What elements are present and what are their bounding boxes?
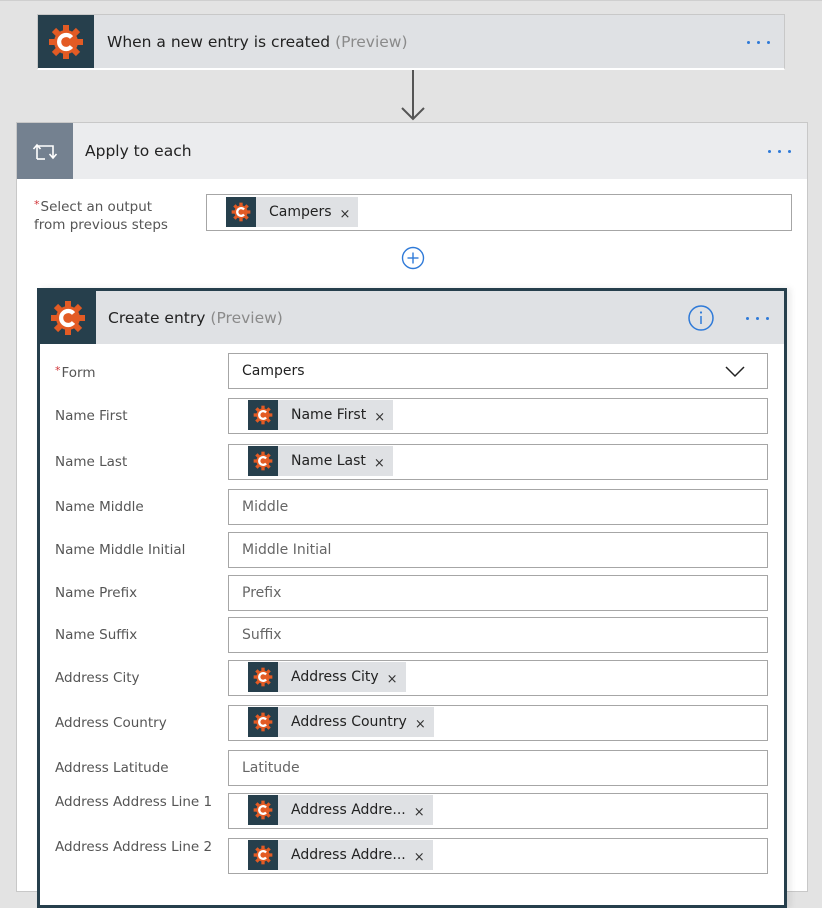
more-dot [778, 150, 781, 153]
field-text-input[interactable]: Middle Initial [228, 532, 768, 568]
form-select-value: Campers [242, 363, 305, 379]
apply-to-each-card: Apply to each *Select an output from pre… [16, 122, 808, 908]
remove-token-icon[interactable]: × [387, 673, 398, 686]
apply-to-each-header[interactable]: Apply to each [17, 123, 807, 179]
field-placeholder: Suffix [242, 627, 282, 643]
more-dot [788, 150, 791, 153]
more-dot [767, 41, 770, 44]
cognito-forms-logo-icon [226, 197, 256, 227]
remove-token-icon[interactable]: × [415, 718, 426, 731]
more-options-icon [746, 317, 749, 320]
plus-circle-icon[interactable] [401, 246, 425, 270]
remove-token-icon[interactable]: × [414, 806, 425, 819]
field-placeholder: Prefix [242, 585, 282, 601]
field-label: Name First [55, 408, 128, 424]
required-marker: * [34, 198, 40, 211]
field-text-input[interactable]: Middle [228, 489, 768, 525]
form-label: *Form [55, 362, 215, 382]
create-more-options-button[interactable] [746, 317, 769, 320]
trigger-title-text: When a new entry is created [107, 32, 331, 51]
field-token-input[interactable]: Name First × [228, 398, 768, 434]
info-icon[interactable] [687, 304, 715, 332]
more-dot [756, 317, 759, 320]
token-chip[interactable]: Address Addre... × [248, 840, 433, 870]
token-chip[interactable]: Address City × [248, 662, 406, 692]
field-token-input[interactable]: Address Addre... × [228, 793, 768, 829]
create-entry-title-text: Create entry [108, 308, 206, 327]
trigger-preview-tag: (Preview) [335, 32, 408, 51]
select-output-label-line1: Select an output [40, 199, 153, 215]
cognito-forms-logo-icon [248, 795, 278, 825]
token-label: Address Addre... [291, 847, 406, 863]
field-token-input[interactable]: Address City × [228, 660, 768, 696]
field-text-input[interactable]: Prefix [228, 575, 768, 611]
create-entry-preview-tag: (Preview) [210, 308, 283, 327]
more-options-icon [768, 150, 771, 153]
trigger-title[interactable]: When a new entry is created (Preview) [107, 15, 408, 68]
remove-token-icon[interactable]: × [414, 851, 425, 864]
field-token-input[interactable]: Address Addre... × [228, 838, 768, 874]
field-label: Name Middle [55, 499, 144, 515]
cognito-forms-logo-icon [248, 446, 278, 476]
create-entry-title: Create entry (Preview) [108, 291, 283, 344]
token-chip[interactable]: Name First × [248, 400, 394, 430]
remove-token-icon[interactable]: × [374, 411, 385, 424]
field-placeholder: Latitude [242, 760, 300, 776]
cognito-forms-logo-icon [248, 707, 278, 737]
field-label: Address Address Line 1 [55, 794, 213, 810]
field-label: Name Suffix [55, 627, 138, 643]
field-label: Address Latitude [55, 760, 169, 776]
apply-more-options-button[interactable] [768, 150, 791, 153]
token-label: Campers [269, 204, 332, 220]
top-divider [0, 0, 822, 1]
remove-token-icon[interactable]: × [374, 457, 385, 470]
select-output-label: *Select an output from previous steps [34, 196, 194, 234]
cognito-forms-logo-icon [40, 291, 96, 344]
create-entry-card: Create entry (Preview) *Form Campers Nam… [37, 288, 787, 908]
token-chip[interactable]: Name Last × [248, 446, 393, 476]
trigger-more-options-button[interactable] [747, 41, 770, 44]
more-dot [757, 41, 760, 44]
field-text-input[interactable]: Latitude [228, 750, 768, 786]
token-label: Name Last [291, 453, 366, 469]
token-label: Name First [291, 407, 367, 423]
loop-icon [17, 123, 73, 179]
token-chip[interactable]: Address Addre... × [248, 795, 433, 825]
field-placeholder: Middle Initial [242, 542, 332, 558]
token-label: Address Country [291, 714, 407, 730]
create-entry-header[interactable]: Create entry (Preview) [40, 291, 784, 344]
select-output-input[interactable]: Campers × [206, 194, 792, 231]
field-label: Address Address Line 2 [55, 839, 213, 855]
select-output-label-line2: from previous steps [34, 217, 168, 233]
field-label: Address City [55, 670, 140, 686]
field-label: Address Country [55, 715, 167, 731]
token-chip[interactable]: Address Country × [248, 707, 434, 737]
form-select[interactable]: Campers [228, 353, 768, 389]
token-label: Address Addre... [291, 802, 406, 818]
field-placeholder: Middle [242, 499, 289, 515]
more-options-icon [747, 41, 750, 44]
token-chip-campers[interactable]: Campers × [226, 197, 359, 227]
form-label-text: Form [61, 365, 96, 381]
cognito-forms-logo-icon [248, 662, 278, 692]
chevron-down-icon[interactable] [725, 364, 745, 378]
remove-token-icon[interactable]: × [340, 208, 351, 221]
field-token-input[interactable]: Name Last × [228, 444, 768, 480]
field-label: Name Last [55, 454, 128, 470]
cognito-forms-logo-icon [38, 15, 94, 68]
required-marker: * [55, 364, 61, 377]
field-label: Name Middle Initial [55, 542, 186, 558]
apply-to-each-title: Apply to each [85, 142, 192, 160]
trigger-card[interactable]: When a new entry is created (Preview) [37, 14, 785, 70]
field-label: Name Prefix [55, 585, 138, 601]
field-token-input[interactable]: Address Country × [228, 705, 768, 741]
cognito-forms-logo-icon [248, 840, 278, 870]
field-text-input[interactable]: Suffix [228, 617, 768, 653]
arrow-down-icon [401, 70, 425, 121]
more-dot [766, 317, 769, 320]
token-label: Address City [291, 669, 379, 685]
cognito-forms-logo-icon [248, 400, 278, 430]
